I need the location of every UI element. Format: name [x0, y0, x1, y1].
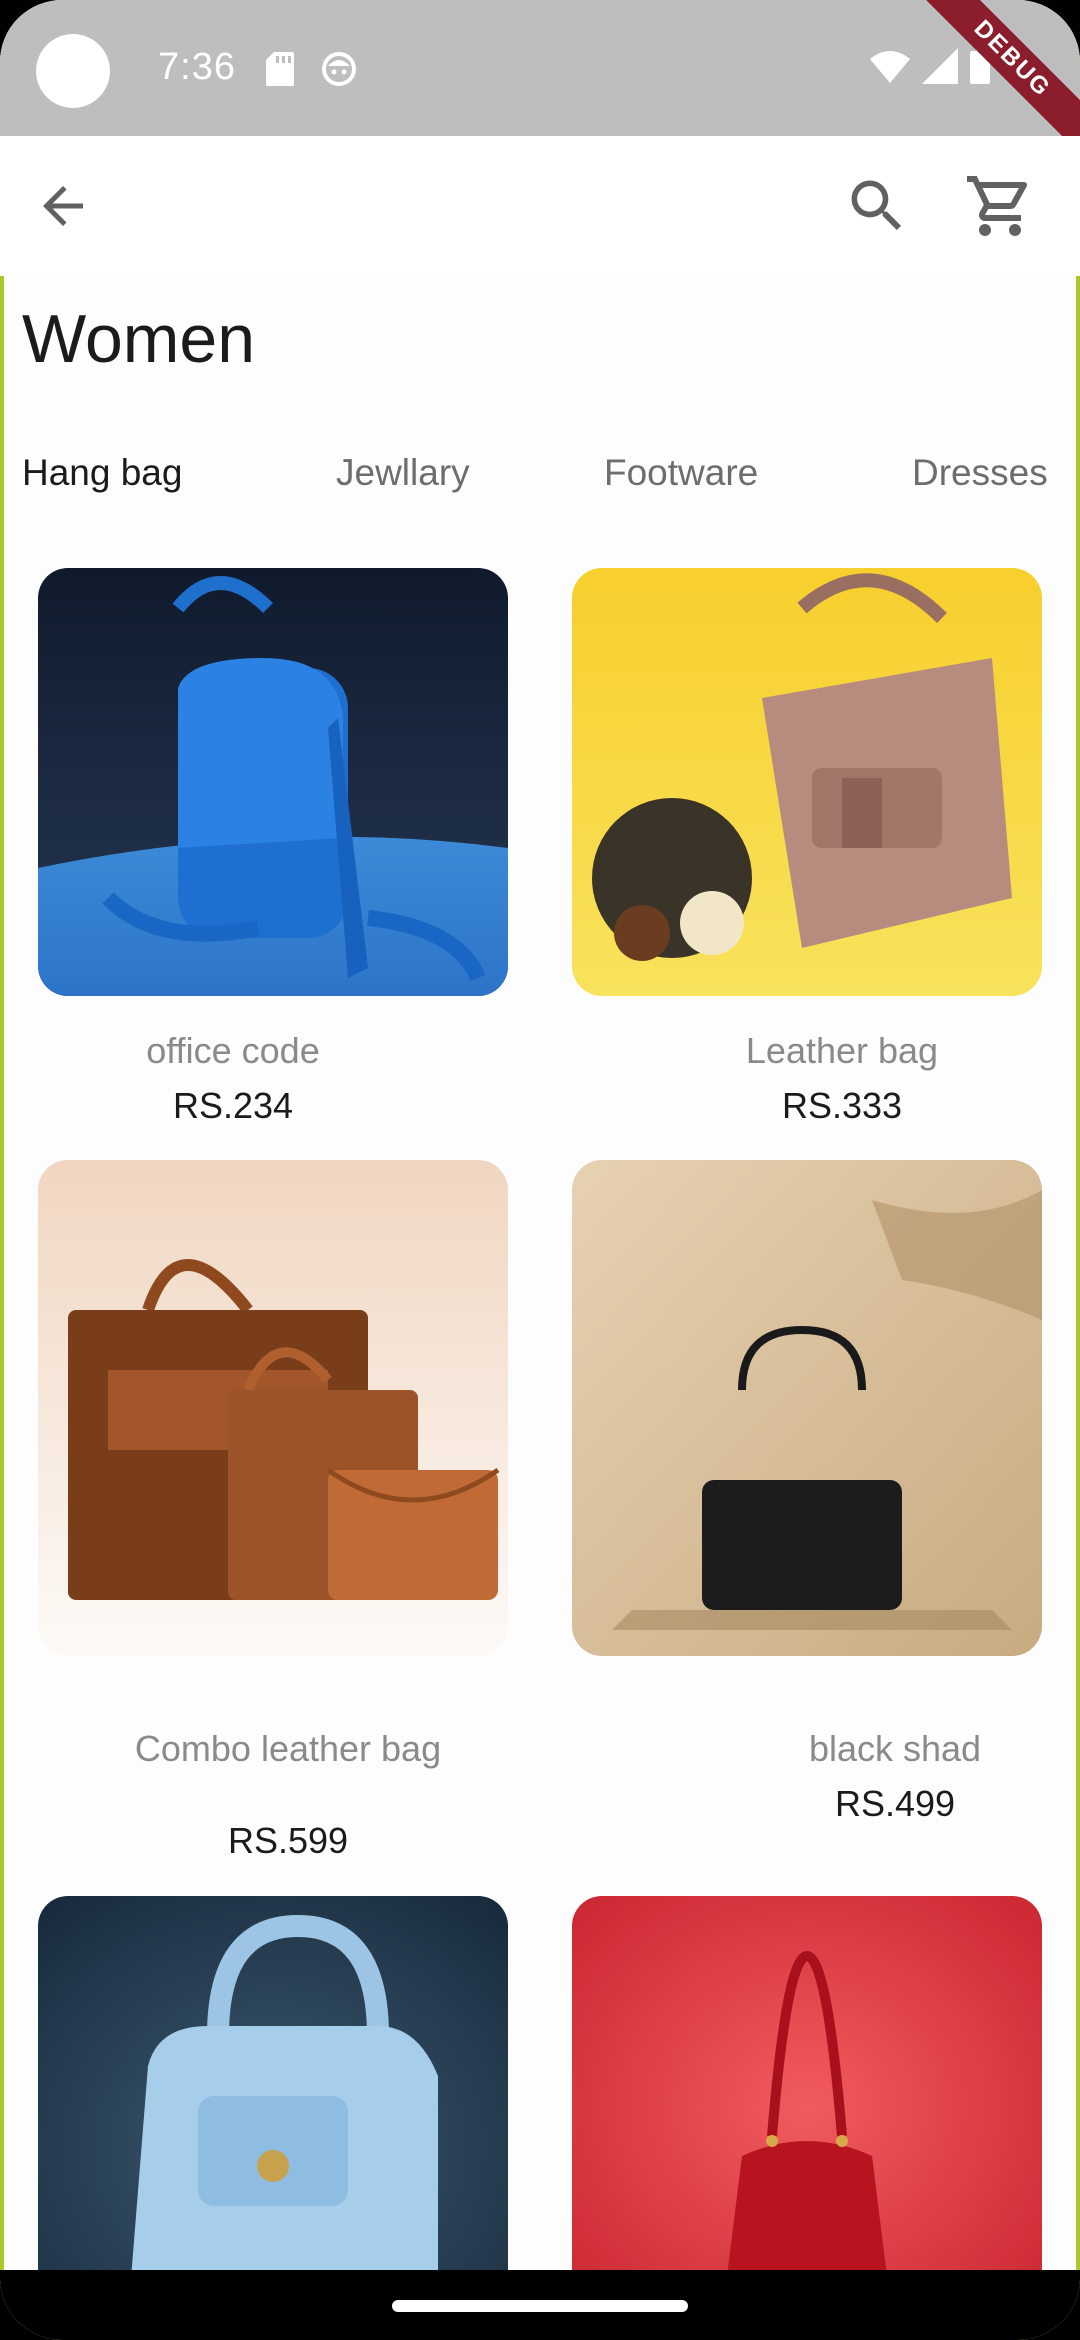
category-tabs: Hang bag Jewllary Footware Dresses: [0, 452, 1080, 512]
black-bag-image: [572, 1160, 1042, 1656]
face-icon: [322, 52, 356, 86]
light-blue-bag-image: [38, 1896, 508, 2316]
tab-jewllary[interactable]: Jewllary: [336, 452, 470, 494]
product-price: RS.234: [172, 1085, 294, 1126]
tab-hang-bag[interactable]: Hang bag: [22, 452, 182, 494]
app-bar: [0, 136, 1080, 276]
product-image-combo-leather-bag[interactable]: [38, 1160, 508, 1656]
product-image-black-shad[interactable]: [572, 1160, 1042, 1656]
leather-bag-image: [572, 568, 1042, 996]
product-image-6[interactable]: [572, 1896, 1042, 2316]
sd-card-icon: [266, 52, 294, 86]
phone-screen: 7:36 DEBUG Women Hang bag Jewllary Footw…: [0, 0, 1080, 2340]
product-name: Combo leather bag: [134, 1728, 442, 1769]
product-name: office code: [146, 1030, 320, 1071]
combo-leather-bag-image: [38, 1160, 508, 1656]
product-price: RS.499: [834, 1783, 956, 1824]
shopping-cart-icon: [967, 176, 1028, 236]
home-gesture-handle[interactable]: [392, 2300, 688, 2312]
product-name: Leather bag: [745, 1030, 939, 1071]
search-button[interactable]: [832, 161, 922, 251]
product-name: black shad: [808, 1728, 982, 1769]
product-price: RS.333: [781, 1085, 903, 1126]
status-time: 7:36: [158, 46, 236, 88]
status-bar: 7:36 DEBUG: [0, 0, 1080, 165]
page-title: Women: [22, 301, 256, 377]
red-bag-image: [572, 1896, 1042, 2316]
cellular-icon: [922, 48, 958, 84]
product-image-office-code[interactable]: [38, 568, 508, 996]
search-icon: [851, 180, 902, 231]
tab-dresses[interactable]: Dresses: [912, 452, 1048, 494]
product-image-leather-bag[interactable]: [572, 568, 1042, 996]
tab-footware[interactable]: Footware: [604, 452, 758, 494]
wifi-icon: [870, 51, 910, 83]
back-button[interactable]: [18, 161, 108, 251]
camera-cutout: [36, 34, 110, 108]
product-image-5[interactable]: [38, 1896, 508, 2316]
arrow-back-icon: [43, 186, 83, 226]
blue-bag-image: [38, 568, 508, 996]
cart-button[interactable]: [955, 161, 1045, 251]
product-price: RS.599: [227, 1820, 349, 1861]
